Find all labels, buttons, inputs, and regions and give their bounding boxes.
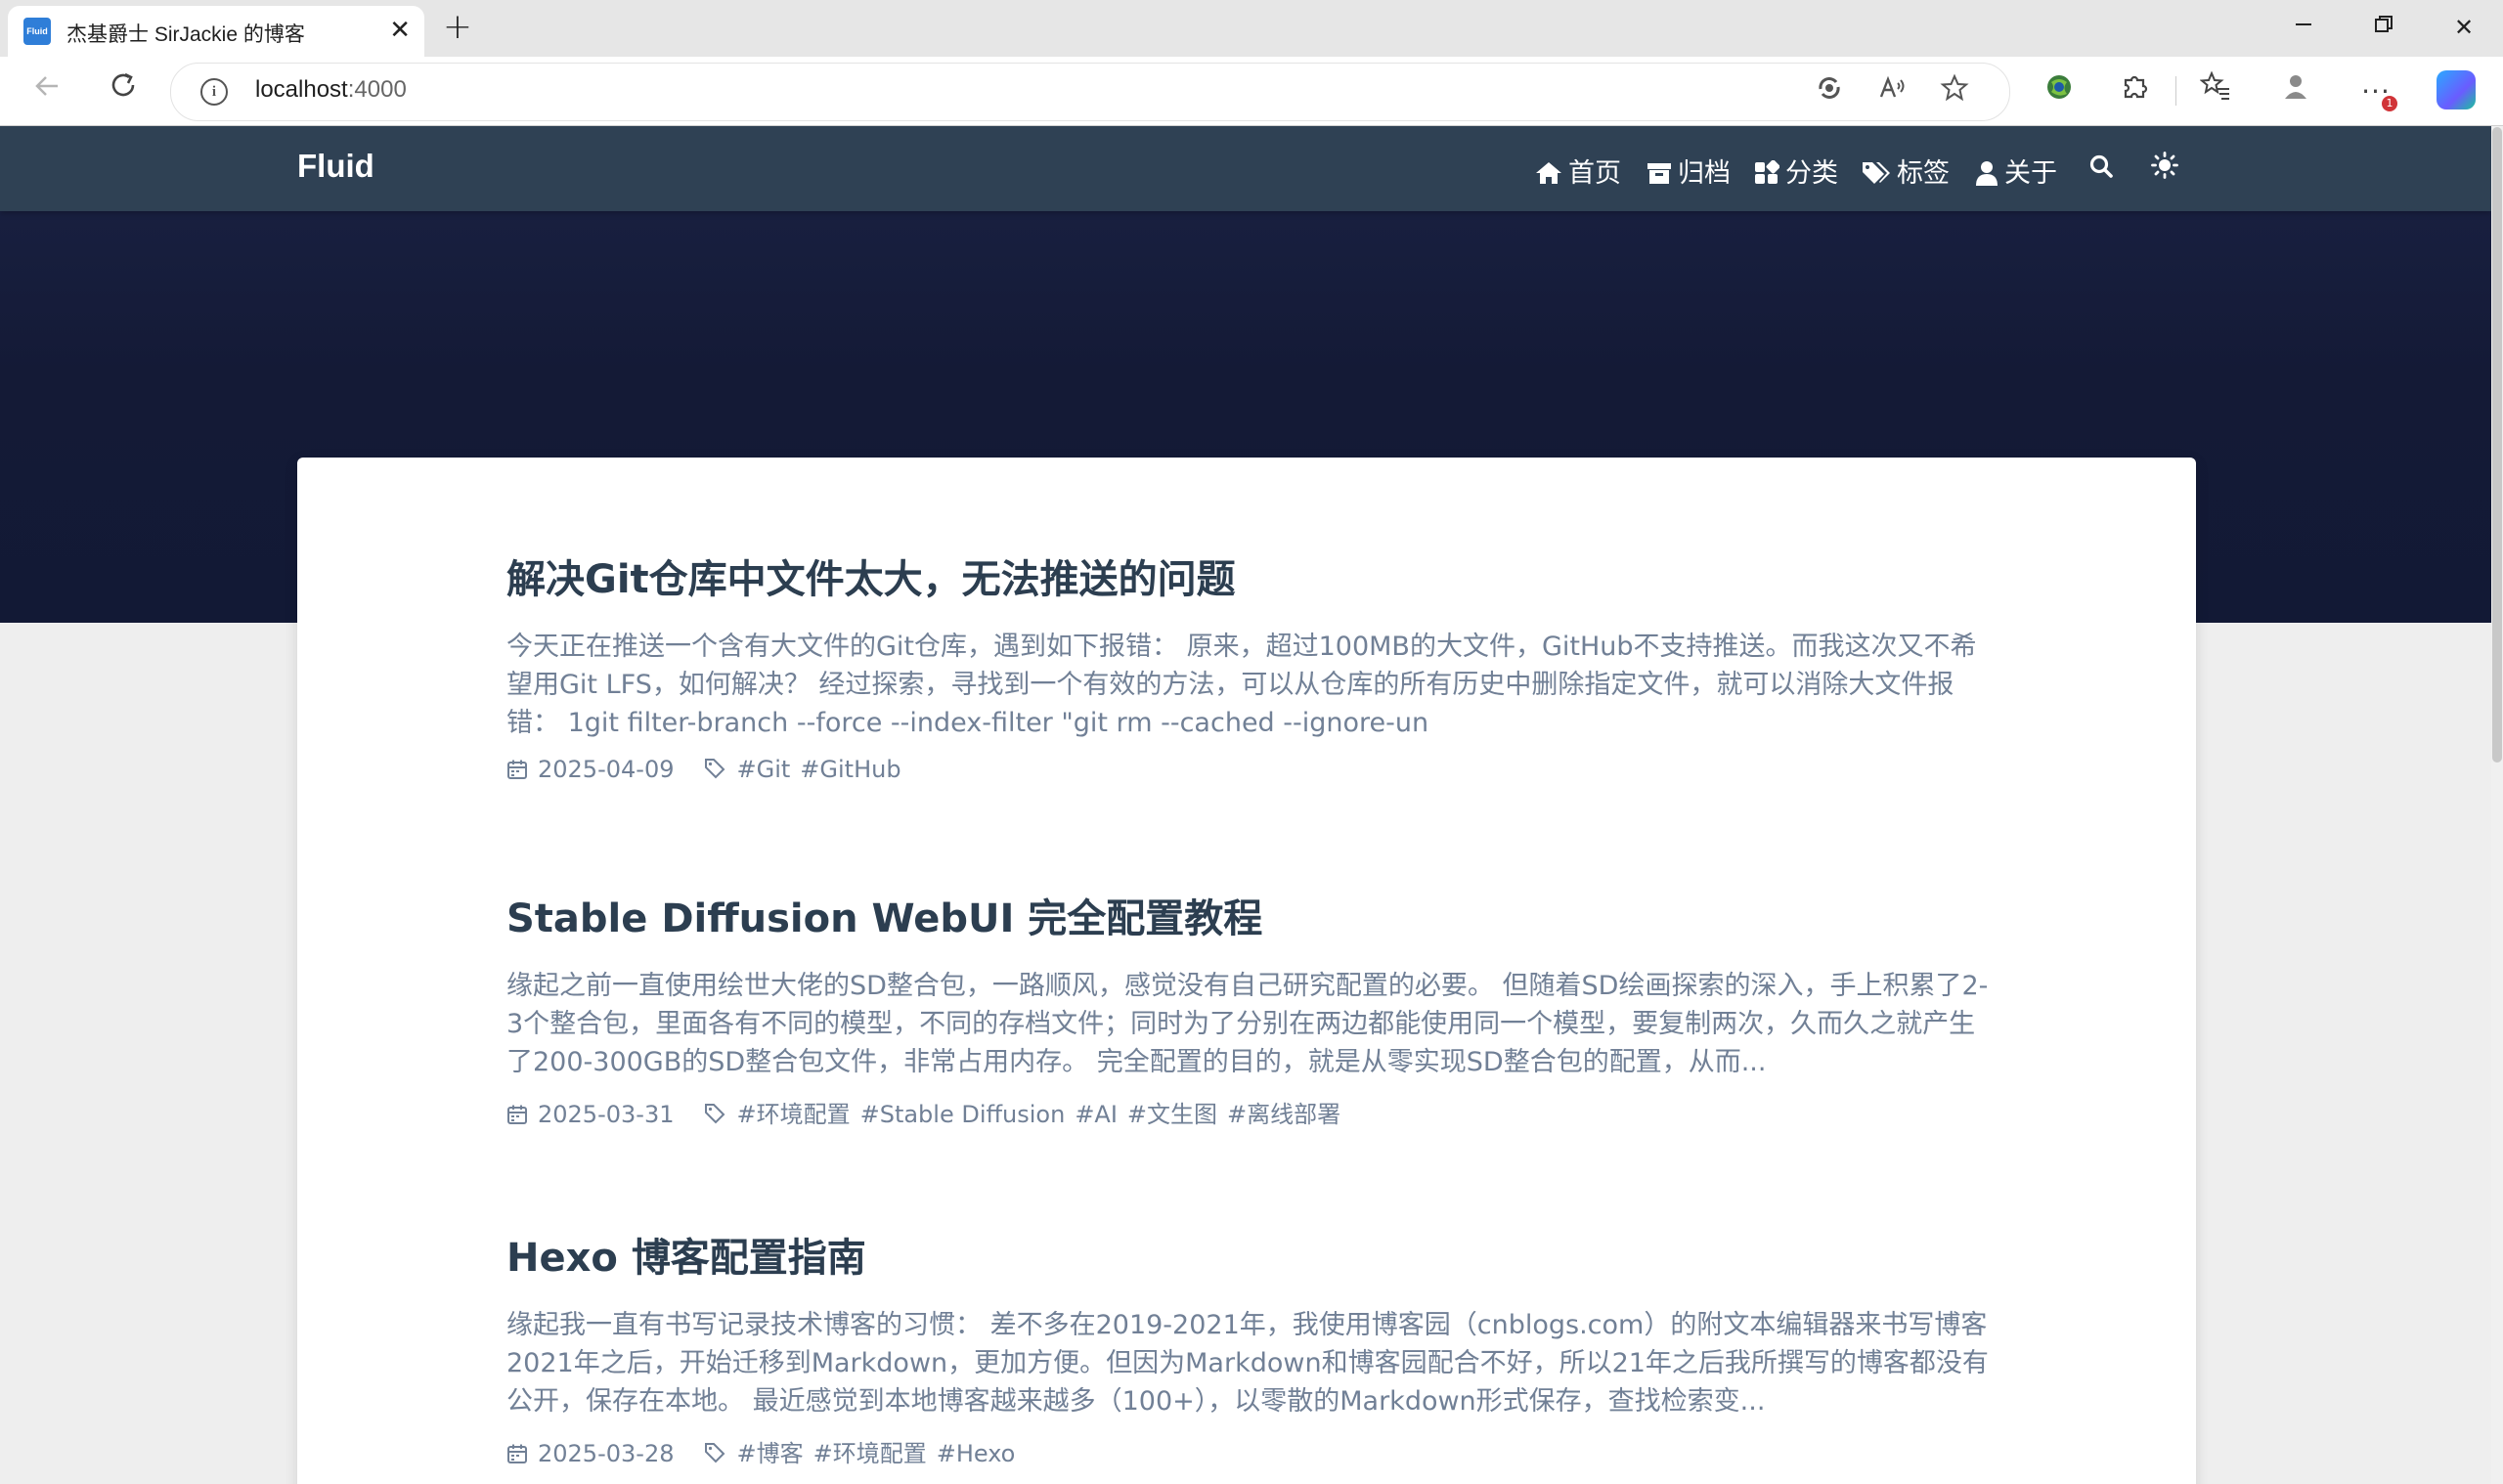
post-date: 2025-04-09	[538, 756, 675, 783]
address-bar-row: i localhost:4000 ··· 1	[0, 57, 2503, 126]
url-field[interactable]: i localhost:4000	[170, 63, 2010, 121]
site-info-icon[interactable]: i	[200, 78, 228, 106]
favorites-icon[interactable]	[2194, 70, 2237, 113]
user-icon	[1976, 161, 1998, 186]
site-navbar: Fluid 首页 归档 分类 标签 关于	[0, 126, 2491, 211]
settings-more-icon[interactable]: ··· 1	[2354, 70, 2397, 113]
post-tag[interactable]: #环境配置	[813, 1440, 927, 1467]
profile-avatar-icon[interactable]	[2274, 70, 2317, 113]
post-item: 解决Git仓库中文件太大，无法推送的问题 今天正在推送一个含有大文件的Git仓库…	[506, 553, 1993, 783]
tag-icon	[705, 1443, 725, 1463]
toolbar-separator	[2175, 76, 2176, 106]
close-window-button[interactable]: ✕	[2435, 8, 2493, 47]
calendar-icon	[507, 1444, 527, 1463]
post-tag[interactable]: #文生图	[1127, 1101, 1217, 1128]
read-aloud-icon[interactable]	[1872, 73, 1911, 112]
post-title[interactable]: Stable Diffusion WebUI 完全配置教程	[506, 893, 1993, 945]
copilot-icon[interactable]	[2437, 70, 2476, 109]
nav-item-home[interactable]: 首页	[1535, 152, 1621, 189]
page-viewport: Fluid 首页 归档 分类 标签 关于 解决Git仓库中文件太大，无法推送的问…	[0, 126, 2491, 1484]
nav-label: 关于	[2004, 158, 2057, 189]
post-list-card: 解决Git仓库中文件太大，无法推送的问题 今天正在推送一个含有大文件的Git仓库…	[297, 458, 2196, 1484]
favorite-star-icon[interactable]	[1935, 73, 1974, 112]
nav-item-categories[interactable]: 分类	[1754, 152, 1838, 189]
post-tag[interactable]: #博客	[736, 1440, 803, 1467]
post-tag[interactable]: #Hexo	[937, 1440, 1016, 1467]
post-date: 2025-03-28	[538, 1440, 675, 1467]
post-meta: 2025-03-31 #环境配置 #Stable Diffusion #AI #文生图 #…	[506, 1095, 1993, 1129]
post-excerpt[interactable]: 缘起之前一直使用绘世大佬的SD整合包，一路顺风，感觉没有自己研究配置的必要。 但…	[506, 967, 1993, 1081]
app-available-icon[interactable]	[1810, 73, 1849, 112]
post-item: Stable Diffusion WebUI 完全配置教程 缘起之前一直使用绘世…	[506, 893, 1993, 1129]
post-title[interactable]: Hexo 博客配置指南	[506, 1232, 1993, 1285]
refresh-button[interactable]	[100, 68, 147, 115]
theme-toggle-button[interactable]	[2151, 152, 2184, 187]
minimize-button[interactable]	[2274, 8, 2333, 47]
archive-icon	[1647, 163, 1671, 184]
new-tab-button[interactable]: +	[436, 6, 479, 49]
url-text[interactable]: localhost:4000	[255, 76, 407, 104]
post-tag[interactable]: #环境配置	[736, 1101, 850, 1128]
post-tag[interactable]: #离线部署	[1227, 1101, 1340, 1128]
post-tag[interactable]: #GitHub	[800, 756, 900, 783]
browser-tab[interactable]: Fluid 杰基爵士 SirJackie 的博客 ✕	[8, 6, 424, 57]
nav-label: 标签	[1897, 158, 1950, 189]
post-item: Hexo 博客配置指南 缘起我一直有书写记录技术博客的习惯： 差不多在2019-…	[506, 1232, 1993, 1468]
browser-tab-strip: Fluid 杰基爵士 SirJackie 的博客 ✕ + ✕	[0, 0, 2503, 57]
grid-icon	[1755, 159, 1780, 184]
search-button[interactable]	[2088, 152, 2120, 187]
calendar-icon	[507, 1105, 527, 1124]
calendar-icon	[507, 760, 527, 779]
tab-title: 杰基爵士 SirJackie 的博客	[66, 23, 305, 46]
site-brand[interactable]: Fluid	[297, 148, 374, 185]
nav-item-tags[interactable]: 标签	[1862, 152, 1950, 189]
post-title[interactable]: 解决Git仓库中文件太大，无法推送的问题	[506, 553, 1993, 606]
post-tag[interactable]: #Stable Diffusion	[860, 1101, 1066, 1128]
close-tab-icon[interactable]: ✕	[389, 16, 411, 45]
post-meta: 2025-04-09 #Git #GitHub	[506, 756, 1993, 783]
tag-icon	[705, 759, 725, 779]
notification-badge: 1	[2382, 96, 2397, 111]
restore-button[interactable]	[2354, 8, 2413, 47]
post-excerpt[interactable]: 缘起我一直有书写记录技术博客的习惯： 差不多在2019-2021年，我使用博客园…	[506, 1306, 1993, 1420]
nav-item-archive[interactable]: 归档	[1647, 152, 1731, 189]
nav-label: 首页	[1568, 158, 1621, 189]
site-favicon-icon: Fluid	[23, 18, 51, 45]
post-excerpt[interactable]: 今天正在推送一个含有大文件的Git仓库，遇到如下报错： 原来，超过100MB的大…	[506, 628, 1993, 742]
sun-icon	[2151, 152, 2178, 179]
search-icon	[2089, 154, 2113, 178]
extensions-puzzle-icon[interactable]	[2114, 70, 2157, 113]
post-tag[interactable]: #AI	[1075, 1101, 1118, 1128]
back-button[interactable]	[23, 68, 70, 115]
scrollbar-thumb[interactable]	[2492, 127, 2502, 763]
post-tag[interactable]: #Git	[736, 756, 790, 783]
extension-globe-icon[interactable]	[2038, 70, 2081, 113]
tag-icon	[705, 1104, 725, 1124]
nav-item-about[interactable]: 关于	[1975, 152, 2057, 189]
home-icon	[1536, 162, 1561, 184]
nav-label: 分类	[1785, 158, 1838, 189]
nav-label: 归档	[1678, 158, 1731, 189]
post-meta: 2025-03-28 #博客 #环境配置 #Hexo	[506, 1434, 1993, 1468]
post-date: 2025-03-31	[538, 1101, 675, 1128]
tags-icon	[1863, 162, 1890, 184]
